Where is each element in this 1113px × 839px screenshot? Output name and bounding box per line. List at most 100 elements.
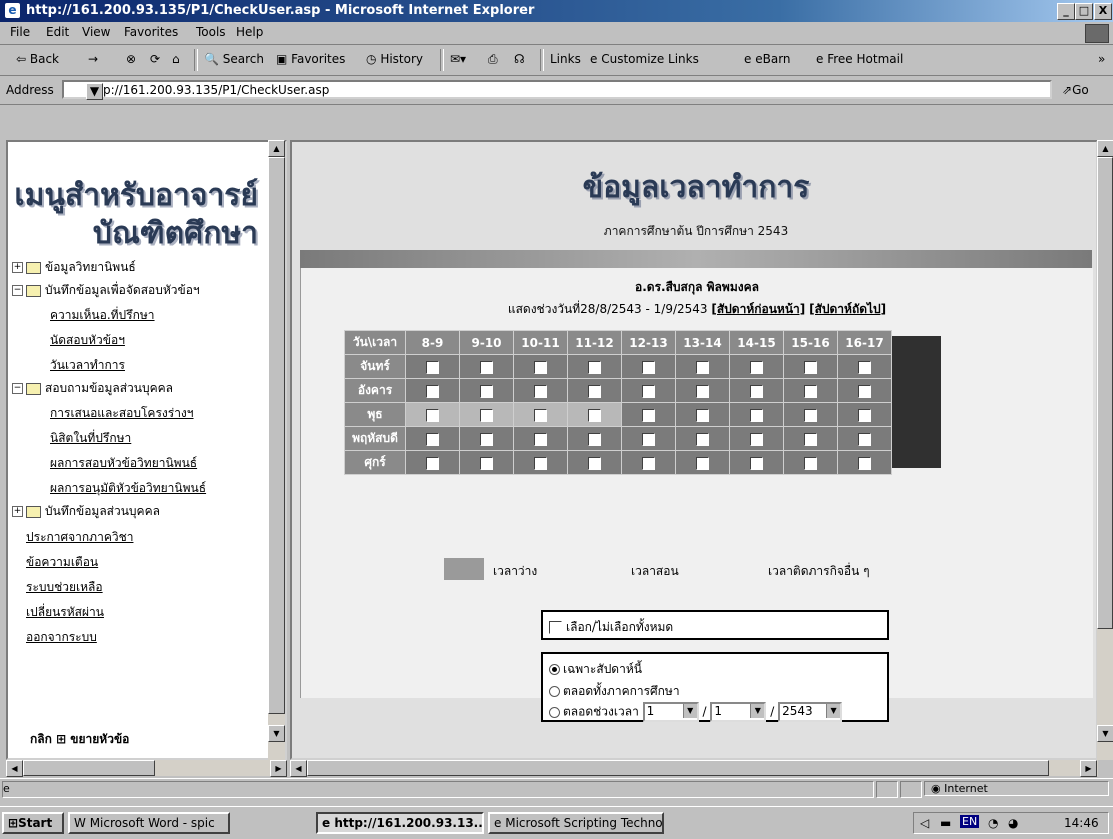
menu-favorites[interactable]: Favorites [124,25,178,39]
language-indicator[interactable]: EN [960,815,980,828]
collapse-minus-icon[interactable]: − [12,285,23,296]
history-button[interactable]: ◷ History [366,52,423,66]
slot-checkbox[interactable] [696,432,709,446]
toolbar-more-button[interactable]: » [1098,52,1105,66]
slot-checkbox[interactable] [588,408,601,422]
menu-edit[interactable]: Edit [46,25,69,39]
sidebar-item-advisees[interactable]: นิสิตในที่ปรึกษา [50,429,131,448]
task-word[interactable]: W Microsoft Word - spic [68,812,230,834]
slot-checkbox[interactable] [750,408,763,422]
slot-checkbox[interactable] [588,432,601,446]
slot-checkbox[interactable] [426,360,439,374]
slot-checkbox[interactable] [480,432,493,446]
slot-checkbox[interactable] [750,432,763,446]
tray-app-icon[interactable]: ◕ [1008,816,1018,830]
scroll-left-icon[interactable]: ◀ [290,760,307,777]
slot-checkbox[interactable] [534,456,547,470]
forward-button[interactable]: → [88,52,98,66]
minimize-button[interactable]: _ [1057,3,1075,20]
network-icon[interactable]: ▬ [940,816,951,830]
tray-app-icon[interactable]: ◔ [988,816,998,830]
speaker-icon[interactable]: ◁ [920,816,929,830]
sidebar-h-scrollbar[interactable]: ◀ ▶ [6,760,287,777]
option-whole-term[interactable]: ตลอดทั้งภาคการศึกษา [549,682,680,701]
print-icon[interactable]: ⎙ [488,52,498,67]
prev-week-link[interactable]: [สัปดาห์ก่อนหน้า] [711,302,805,316]
slot-checkbox[interactable] [588,456,601,470]
free-hotmail-link[interactable]: e Free Hotmail [816,52,903,66]
sidebar-item-logout[interactable]: ออกจากระบบ [26,628,97,647]
maximize-button[interactable]: □ [1075,3,1093,20]
discuss-icon[interactable]: ☊ [514,52,525,66]
sidebar-item-help[interactable]: ระบบช่วยเหลือ [26,578,103,597]
scroll-down-icon[interactable]: ▼ [1097,725,1113,742]
expand-plus-icon[interactable]: + [12,506,23,517]
slot-checkbox[interactable] [480,408,493,422]
slot-checkbox[interactable] [858,408,871,422]
content-h-scrollbar[interactable]: ◀ ▶ [290,760,1098,777]
ebarn-link[interactable]: e eBarn [744,52,791,66]
slot-checkbox[interactable] [480,384,493,398]
chevron-down-icon[interactable]: ▼ [682,704,697,718]
slot-checkbox[interactable] [426,408,439,422]
sidebar-item-record-topic-exam[interactable]: − บันทึกข้อมูลเพื่อจัดสอบหัวข้อฯ [12,281,200,300]
radio-unselected[interactable] [549,706,560,718]
sidebar-item-office-hours[interactable]: วันเวลาทำการ [50,356,125,375]
content-scroll-thumb[interactable] [1097,157,1113,629]
slot-checkbox[interactable] [480,456,493,470]
mail-icon[interactable]: ✉▾ [450,52,466,66]
slot-checkbox[interactable] [804,384,817,398]
scroll-up-icon[interactable]: ▲ [268,140,285,157]
menu-view[interactable]: View [82,25,110,39]
slot-checkbox[interactable] [696,456,709,470]
slot-checkbox[interactable] [534,384,547,398]
address-input[interactable]: e http://161.200.93.135/P1/CheckUser.asp… [62,80,1052,100]
back-button[interactable]: ⇦ Back [16,52,59,66]
sidebar-item-schedule-topic-exam[interactable]: นัดสอบหัวข้อฯ [50,331,125,350]
content-h-scroll-thumb[interactable] [307,760,1049,776]
search-button[interactable]: 🔍 Search [204,52,264,66]
go-button[interactable]: ⇗Go [1062,83,1089,97]
select-all-option[interactable]: เลือก/ไม่เลือกทั้งหมด [549,618,673,637]
scroll-down-icon[interactable]: ▼ [268,725,285,742]
scroll-right-icon[interactable]: ▶ [1080,760,1097,777]
slot-checkbox[interactable] [804,360,817,374]
slot-checkbox[interactable] [642,360,655,374]
radio-unselected[interactable] [549,686,560,697]
clock[interactable]: 14:46 [1064,816,1099,830]
slot-checkbox[interactable] [858,432,871,446]
slot-checkbox[interactable] [588,384,601,398]
sidebar-item-record-personal[interactable]: + บันทึกข้อมูลส่วนบุคคล [12,502,160,521]
day-select[interactable]: 1 ▼ [642,702,699,722]
sidebar-item-advisor-opinion[interactable]: ความเห็นอ.ที่ปรึกษา [50,306,155,325]
slot-checkbox[interactable] [426,432,439,446]
sidebar-item-proposal[interactable]: การเสนอและสอบโครงร่างฯ [50,404,194,423]
slot-checkbox[interactable] [696,384,709,398]
scroll-up-icon[interactable]: ▲ [1097,140,1113,157]
chevron-down-icon[interactable]: ▼ [826,704,841,718]
slot-checkbox[interactable] [696,408,709,422]
month-select[interactable]: 1 ▼ [710,702,767,722]
menu-tools[interactable]: Tools [196,25,226,39]
refresh-icon[interactable]: ⟳ [150,52,160,66]
slot-checkbox[interactable] [858,360,871,374]
favorites-button[interactable]: ▣ Favorites [276,52,345,66]
scroll-left-icon[interactable]: ◀ [6,760,23,777]
slot-checkbox[interactable] [750,384,763,398]
collapse-minus-icon[interactable]: − [12,383,23,394]
slot-checkbox[interactable] [804,408,817,422]
select-all-checkbox[interactable] [549,621,562,634]
slot-checkbox[interactable] [804,456,817,470]
task-ie-current[interactable]: e http://161.200.93.13... [316,812,484,834]
slot-checkbox[interactable] [642,408,655,422]
task-ie-scripting[interactable]: e Microsoft Scripting Techno... [488,812,664,834]
chevron-down-icon[interactable]: ▼ [750,704,765,718]
scroll-right-icon[interactable]: ▶ [270,760,287,777]
sidebar-h-scroll-thumb[interactable] [23,760,155,776]
slot-checkbox[interactable] [534,408,547,422]
close-button[interactable]: X [1094,3,1112,20]
sidebar-item-announcements[interactable]: ประกาศจากภาควิชา [26,528,133,547]
option-period[interactable]: ตลอดช่วงเวลา 1 ▼ / 1 ▼ / 2543 ▼ [549,702,843,722]
sidebar-item-thesis-info[interactable]: + ข้อมูลวิทยานิพนธ์ [12,258,136,277]
sidebar-scrollbar[interactable]: ▲ ▼ [268,140,285,760]
